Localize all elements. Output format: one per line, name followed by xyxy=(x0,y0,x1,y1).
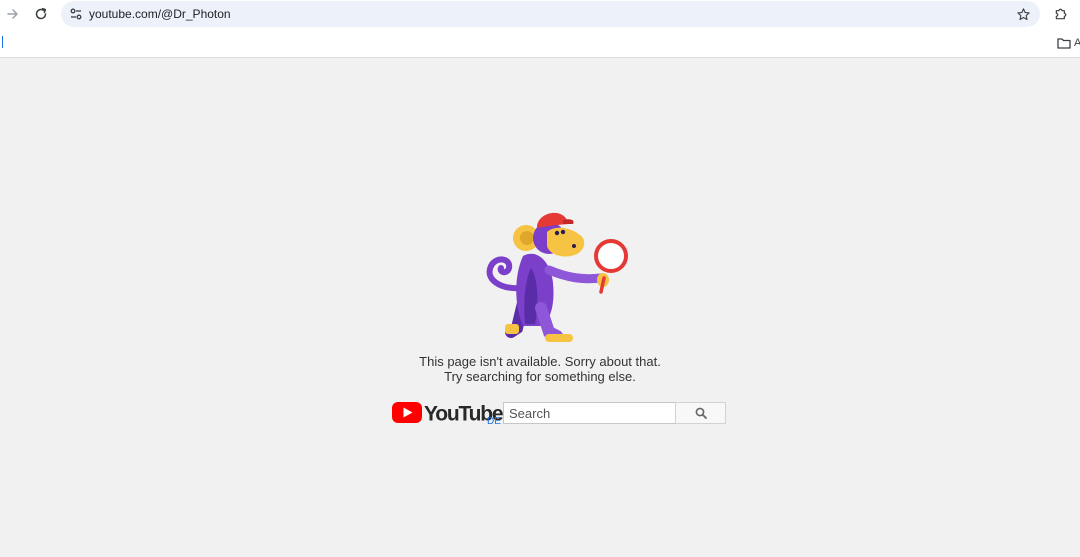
search-button[interactable] xyxy=(675,402,726,424)
tune-icon xyxy=(70,8,82,20)
search-input[interactable] xyxy=(503,402,680,424)
bookmarks-folder-label: A xyxy=(1074,37,1080,49)
browser-toolbar: youtube.com/@Dr_Photon xyxy=(0,0,1080,28)
error-message-line2: Try searching for something else. xyxy=(444,369,636,384)
bookmarks-folder[interactable]: A xyxy=(1057,34,1080,52)
bookmarks-bar: A xyxy=(0,28,1080,58)
url-text[interactable]: youtube.com/@Dr_Photon xyxy=(89,7,231,21)
monkey-illustration xyxy=(486,212,628,342)
bookmarks-indicator xyxy=(2,36,3,48)
magnifying-glass xyxy=(594,239,628,273)
reload-icon xyxy=(35,7,47,20)
error-message-line1: This page isn't available. Sorry about t… xyxy=(419,354,661,369)
star-icon xyxy=(1016,7,1030,20)
puzzle-icon xyxy=(1055,8,1067,20)
bookmark-star-button[interactable] xyxy=(1014,5,1032,23)
region-code: DE xyxy=(487,416,501,427)
address-bar[interactable]: youtube.com/@Dr_Photon xyxy=(61,1,1040,27)
monkey-back-foot xyxy=(505,324,519,334)
search-icon xyxy=(695,407,707,419)
monkey-front-foot xyxy=(545,334,573,342)
reload-button[interactable] xyxy=(30,3,52,25)
extensions-button[interactable] xyxy=(1050,3,1072,25)
forward-button[interactable] xyxy=(2,3,24,25)
site-info-button[interactable] xyxy=(67,5,85,23)
arrow-right-icon xyxy=(7,9,18,19)
folder-icon xyxy=(1057,38,1071,49)
